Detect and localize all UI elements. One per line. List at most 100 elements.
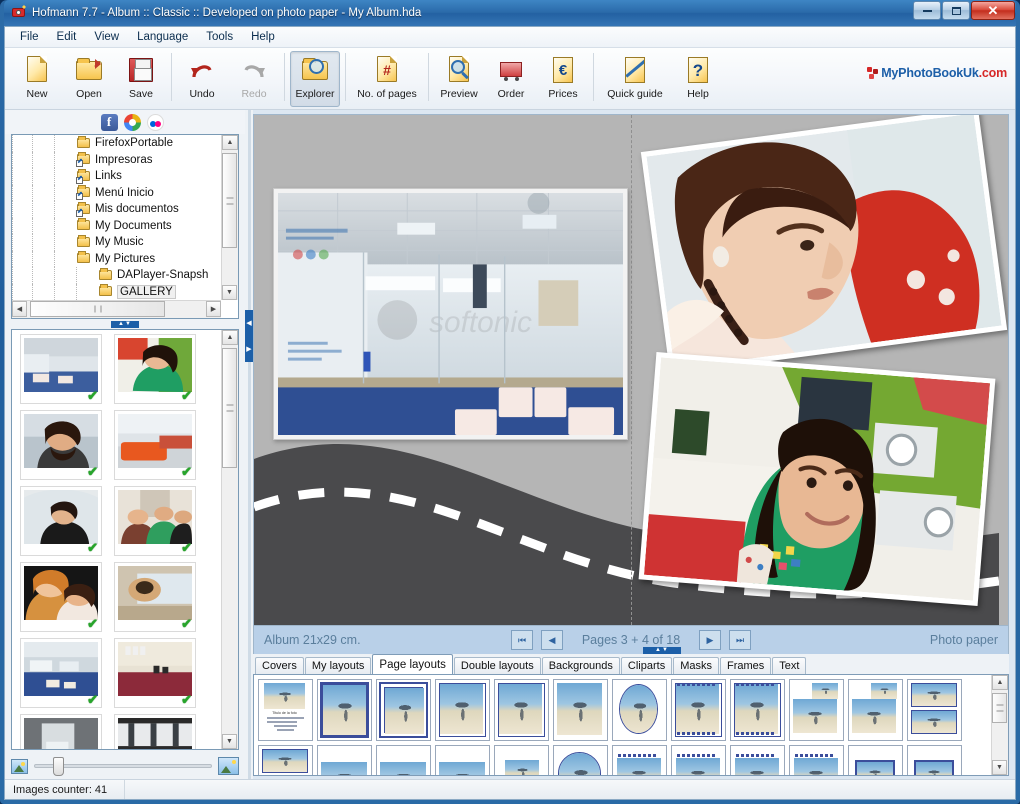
zoom-slider-handle[interactable] — [53, 757, 64, 776]
photo-woman[interactable] — [640, 115, 1008, 375]
layout-thumbnail[interactable] — [553, 679, 608, 741]
layout-thumbnail[interactable] — [494, 745, 549, 775]
first-page-button[interactable]: ⏮ — [511, 630, 533, 650]
layout-thumbnail[interactable] — [612, 679, 667, 741]
menu-item-file[interactable]: File — [11, 28, 48, 46]
layout-thumbnail[interactable] — [730, 745, 785, 775]
prices-button[interactable]: € Prices — [538, 51, 588, 107]
layout-thumbnail[interactable] — [435, 745, 490, 775]
large-image-icon[interactable] — [218, 757, 239, 775]
thumbnail-item[interactable]: ✔ — [114, 562, 196, 632]
tree-item[interactable]: Mis documentos — [12, 201, 221, 218]
layout-thumbnail[interactable] — [907, 745, 962, 775]
tree-item[interactable]: Impresoras — [12, 151, 221, 168]
next-page-button[interactable]: ▶ — [699, 630, 721, 650]
thumbnail-item[interactable]: ✔ — [114, 486, 196, 556]
no-of-pages-button[interactable]: # No. of pages — [351, 51, 423, 107]
minimize-button[interactable] — [913, 1, 941, 20]
prev-page-button[interactable]: ◀ — [541, 630, 563, 650]
thumbnails-vertical-scrollbar[interactable]: ▲ ▼ — [221, 330, 238, 749]
gallery-splitter-handle[interactable]: ▲▼ — [643, 647, 681, 654]
layout-thumbnail[interactable] — [730, 679, 785, 741]
scroll-left-arrow[interactable]: ◀ — [12, 301, 27, 317]
maximize-button[interactable] — [942, 1, 970, 20]
menu-item-tools[interactable]: Tools — [197, 28, 242, 46]
photo-office[interactable]: softonic — [273, 188, 628, 440]
facebook-icon[interactable]: f — [100, 113, 118, 131]
scroll-up-arrow[interactable]: ▲ — [222, 330, 238, 345]
order-button[interactable]: Order — [486, 51, 536, 107]
menu-item-help[interactable]: Help — [242, 28, 284, 46]
gallery-vertical-scrollbar[interactable]: ▲ ▼ — [991, 675, 1008, 775]
tab-covers[interactable]: Covers — [255, 657, 304, 674]
thumbnail-item[interactable] — [20, 714, 102, 749]
scroll-down-arrow[interactable]: ▼ — [992, 760, 1007, 775]
thumbnail-grid[interactable]: ✔ ✔ ✔ ✔ ✔ ✔ ✔ ✔ ✔ ✔ — [12, 330, 221, 749]
quick-guide-button[interactable]: Quick guide — [599, 51, 671, 107]
thumbnail-item[interactable]: ✔ — [20, 334, 102, 404]
zoom-slider[interactable] — [34, 757, 212, 776]
undo-button[interactable]: Undo — [177, 51, 227, 107]
layout-thumbnail[interactable] — [612, 745, 667, 775]
scroll-down-arrow[interactable]: ▼ — [222, 285, 237, 300]
menu-item-edit[interactable]: Edit — [48, 28, 86, 46]
layout-thumbnail[interactable]: Titulo de la foto — [258, 679, 313, 741]
menu-item-language[interactable]: Language — [128, 28, 197, 46]
thumbnail-item[interactable]: ✔ — [114, 410, 196, 480]
tab-double-layouts[interactable]: Double layouts — [453, 657, 541, 674]
layout-thumbnail[interactable] — [553, 745, 608, 775]
layout-thumbnail[interactable] — [317, 745, 372, 775]
close-button[interactable]: ✕ — [971, 1, 1015, 20]
layout-thumbnail[interactable] — [494, 679, 549, 741]
last-page-button[interactable]: ⏭ — [729, 630, 751, 650]
layout-thumbnail[interactable] — [671, 745, 726, 775]
open-button[interactable]: Open — [64, 51, 114, 107]
scroll-right-arrow[interactable]: ▶ — [206, 301, 221, 317]
layout-thumbnail[interactable] — [376, 679, 431, 741]
save-button[interactable]: Save — [116, 51, 166, 107]
thumbnail-item[interactable]: ✔ — [20, 410, 102, 480]
explorer-button[interactable]: Explorer — [290, 51, 340, 107]
menu-item-view[interactable]: View — [85, 28, 128, 46]
title-bar[interactable]: Hofmann 7.7 - Album :: Classic :: Develo… — [4, 0, 1016, 26]
tree-item[interactable]: My Documents — [12, 217, 221, 234]
horizontal-splitter[interactable]: ▲▼ — [5, 319, 245, 329]
preview-button[interactable]: Preview — [434, 51, 484, 107]
picasa-icon[interactable] — [123, 113, 141, 131]
layout-thumbnail[interactable] — [907, 679, 962, 741]
tree-item[interactable]: Links — [12, 168, 221, 185]
thumbnail-item[interactable]: ✔ — [20, 562, 102, 632]
tree-item[interactable]: My Music — [12, 234, 221, 251]
tab-masks[interactable]: Masks — [673, 657, 719, 674]
folder-tree[interactable]: FirefoxPortable Impresoras Links Menú Inici… — [12, 135, 221, 300]
thumbnail-item[interactable]: ✔ — [20, 486, 102, 556]
tree-vertical-scrollbar[interactable]: ▲ ▼ — [221, 135, 238, 300]
thumbnail-item[interactable]: ✔ — [114, 334, 196, 404]
layout-thumbnail[interactable] — [789, 745, 844, 775]
photo-girl[interactable] — [638, 352, 996, 606]
scroll-thumb[interactable] — [992, 693, 1007, 723]
tab-frames[interactable]: Frames — [720, 657, 772, 674]
thumbnail-item[interactable]: ✔ — [114, 638, 196, 708]
tab-cliparts[interactable]: Cliparts — [620, 657, 673, 674]
layout-thumbnail[interactable] — [671, 679, 726, 741]
scroll-thumb[interactable] — [222, 153, 237, 248]
tree-item[interactable]: GALLERY — [12, 283, 221, 300]
scroll-up-arrow[interactable]: ▲ — [992, 675, 1008, 690]
scroll-thumb[interactable] — [222, 348, 237, 468]
scroll-down-arrow[interactable]: ▼ — [222, 734, 237, 749]
thumbnail-item[interactable] — [114, 714, 196, 749]
vertical-splitter[interactable]: ◀ ▶ — [245, 110, 253, 779]
tab-text[interactable]: Text — [772, 657, 807, 674]
tab-my-layouts[interactable]: My layouts — [304, 657, 372, 674]
layout-thumbnail[interactable] — [789, 679, 844, 741]
small-image-icon[interactable] — [11, 758, 28, 774]
tree-item[interactable]: DAPlayer-Snapsh — [12, 267, 221, 284]
scroll-up-arrow[interactable]: ▲ — [222, 135, 238, 150]
layout-thumbnail[interactable] — [435, 679, 490, 741]
tree-horizontal-scrollbar[interactable]: ◀ ▶ — [12, 300, 221, 318]
help-button[interactable]: ? Help — [673, 51, 723, 107]
layout-thumbnail[interactable] — [848, 679, 903, 741]
tab-backgrounds[interactable]: Backgrounds — [541, 657, 620, 674]
layout-thumbnail[interactable] — [376, 745, 431, 775]
